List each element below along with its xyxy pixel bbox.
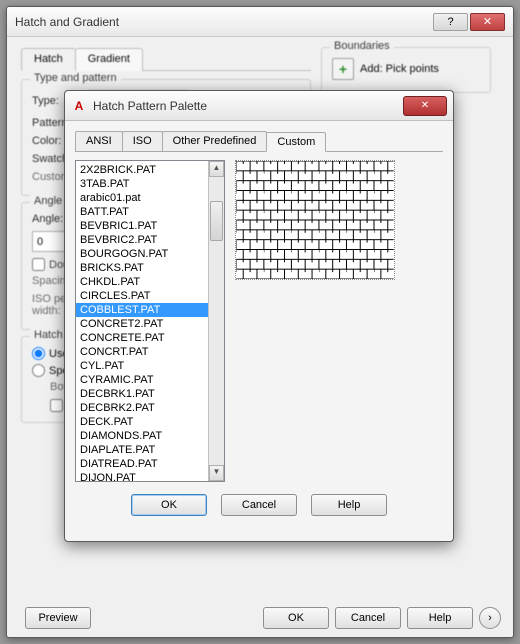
pattern-preview [235, 160, 395, 280]
specified-radio[interactable] [32, 364, 45, 377]
palette-help-button[interactable]: Help [311, 494, 387, 516]
add-pick-label: Add: Pick points [360, 63, 439, 75]
palette-close-button[interactable]: ✕ [403, 96, 447, 116]
main-tabs: Hatch Gradient [21, 47, 311, 71]
pattern-item[interactable]: BOURGOGN.PAT [76, 247, 208, 261]
pattern-list-container: 2X2BRICK.PAT3TAB.PATarabic01.patBATT.PAT… [75, 160, 225, 482]
pattern-item[interactable]: 3TAB.PAT [76, 177, 208, 191]
pattern-list[interactable]: 2X2BRICK.PAT3TAB.PATarabic01.patBATT.PAT… [76, 161, 208, 481]
main-titlebar: Hatch and Gradient ? ✕ [7, 7, 513, 37]
expand-button[interactable]: › [479, 607, 501, 629]
ok-button[interactable]: OK [263, 607, 329, 629]
brick-pattern-icon [236, 161, 394, 279]
pattern-item[interactable]: DIJON.PAT [76, 471, 208, 481]
store-default-check[interactable] [50, 399, 63, 412]
chevron-right-icon: › [488, 612, 492, 624]
palette-tabs: ANSI ISO Other Predefined Custom [75, 131, 443, 152]
pattern-item[interactable]: DECBRK1.PAT [76, 387, 208, 401]
palette-title: Hatch Pattern Palette [93, 99, 403, 113]
scroll-up-arrow[interactable]: ▲ [209, 161, 224, 177]
scrollbar[interactable]: ▲ ▼ [208, 161, 224, 481]
pattern-item[interactable]: 2X2BRICK.PAT [76, 163, 208, 177]
scroll-down-arrow[interactable]: ▼ [209, 465, 224, 481]
tab-hatch[interactable]: Hatch [21, 48, 76, 71]
pattern-item[interactable]: CONCRT.PAT [76, 345, 208, 359]
palette-titlebar: A Hatch Pattern Palette ✕ [65, 91, 453, 121]
scroll-thumb[interactable] [210, 201, 223, 241]
palette-cancel-button[interactable]: Cancel [221, 494, 297, 516]
pattern-item[interactable]: COBBLEST.PAT [76, 303, 208, 317]
add-pick-icon-button[interactable]: + [332, 58, 354, 80]
pattern-item[interactable]: BATT.PAT [76, 205, 208, 219]
pattern-item[interactable]: CYRAMIC.PAT [76, 373, 208, 387]
pattern-item[interactable]: arabic01.pat [76, 191, 208, 205]
pattern-item[interactable]: DIAPLATE.PAT [76, 443, 208, 457]
group-title: Boundaries [330, 40, 394, 52]
bottom-button-row: Preview OK Cancel Help › [263, 607, 501, 629]
palette-ok-button[interactable]: OK [131, 494, 207, 516]
palette-body: ANSI ISO Other Predefined Custom 2X2BRIC… [65, 121, 453, 526]
hatch-pattern-palette-dialog: A Hatch Pattern Palette ✕ ANSI ISO Other… [64, 90, 454, 542]
main-title: Hatch and Gradient [15, 15, 431, 29]
plus-icon: + [339, 61, 347, 77]
pattern-item[interactable]: CONCRETE.PAT [76, 331, 208, 345]
group-title: Type and pattern [30, 72, 121, 84]
pattern-item[interactable]: CHKDL.PAT [76, 275, 208, 289]
pattern-item[interactable]: CONCRET2.PAT [76, 317, 208, 331]
palette-button-row: OK Cancel Help [75, 494, 443, 516]
pattern-item[interactable]: BEVBRIC1.PAT [76, 219, 208, 233]
pattern-item[interactable]: CYL.PAT [76, 359, 208, 373]
close-titlebar-button[interactable]: ✕ [470, 13, 505, 31]
use-current-radio[interactable] [32, 347, 45, 360]
pattern-item[interactable]: DIAMONDS.PAT [76, 429, 208, 443]
pattern-item[interactable]: CIRCLES.PAT [76, 289, 208, 303]
double-check[interactable] [32, 258, 45, 271]
preview-pane [235, 160, 395, 482]
tab-other-predefined[interactable]: Other Predefined [162, 131, 268, 151]
palette-content: 2X2BRICK.PAT3TAB.PATarabic01.patBATT.PAT… [75, 160, 443, 482]
tab-ansi[interactable]: ANSI [75, 131, 123, 151]
pattern-item[interactable]: DECBRK2.PAT [76, 401, 208, 415]
pattern-item[interactable]: BEVBRIC2.PAT [76, 233, 208, 247]
group-boundaries: Boundaries + Add: Pick points [321, 47, 491, 93]
pattern-item[interactable]: BRICKS.PAT [76, 261, 208, 275]
tab-gradient[interactable]: Gradient [75, 48, 143, 71]
help-button[interactable]: Help [407, 607, 473, 629]
help-titlebar-button[interactable]: ? [433, 13, 468, 31]
tab-custom[interactable]: Custom [266, 132, 326, 152]
cancel-button[interactable]: Cancel [335, 607, 401, 629]
preview-button[interactable]: Preview [25, 607, 91, 629]
pattern-item[interactable]: DIATREAD.PAT [76, 457, 208, 471]
tab-iso[interactable]: ISO [122, 131, 163, 151]
pattern-item[interactable]: DECK.PAT [76, 415, 208, 429]
app-icon: A [71, 98, 87, 114]
